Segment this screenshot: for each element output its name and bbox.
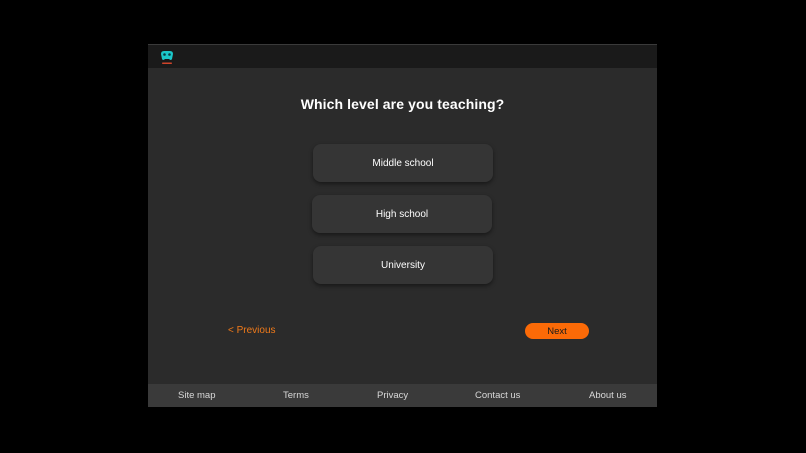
footer-link-privacy[interactable]: Privacy <box>377 390 408 401</box>
option-high-school-button[interactable]: High school <box>312 195 492 233</box>
footer: Site map Terms Privacy Contact us About … <box>148 384 657 407</box>
option-label: Middle school <box>372 157 434 169</box>
top-bar <box>148 44 657 68</box>
footer-link-site-map[interactable]: Site map <box>178 390 216 401</box>
app-window: Which level are you teaching? Middle sch… <box>148 44 657 407</box>
next-button[interactable]: Next <box>525 323 589 339</box>
option-label: University <box>381 259 425 271</box>
previous-link[interactable]: < Previous <box>228 325 276 336</box>
game-controller-logo-icon[interactable] <box>158 48 176 66</box>
footer-link-about-us[interactable]: About us <box>589 390 627 401</box>
footer-link-terms[interactable]: Terms <box>283 390 309 401</box>
next-button-label: Next <box>547 325 567 337</box>
option-university-button[interactable]: University <box>313 246 493 284</box>
option-label: High school <box>375 208 429 220</box>
option-middle-school-button[interactable]: Middle school <box>313 144 493 182</box>
question-title: Which level are you teaching? <box>300 96 505 112</box>
footer-link-contact-us[interactable]: Contact us <box>475 390 520 401</box>
